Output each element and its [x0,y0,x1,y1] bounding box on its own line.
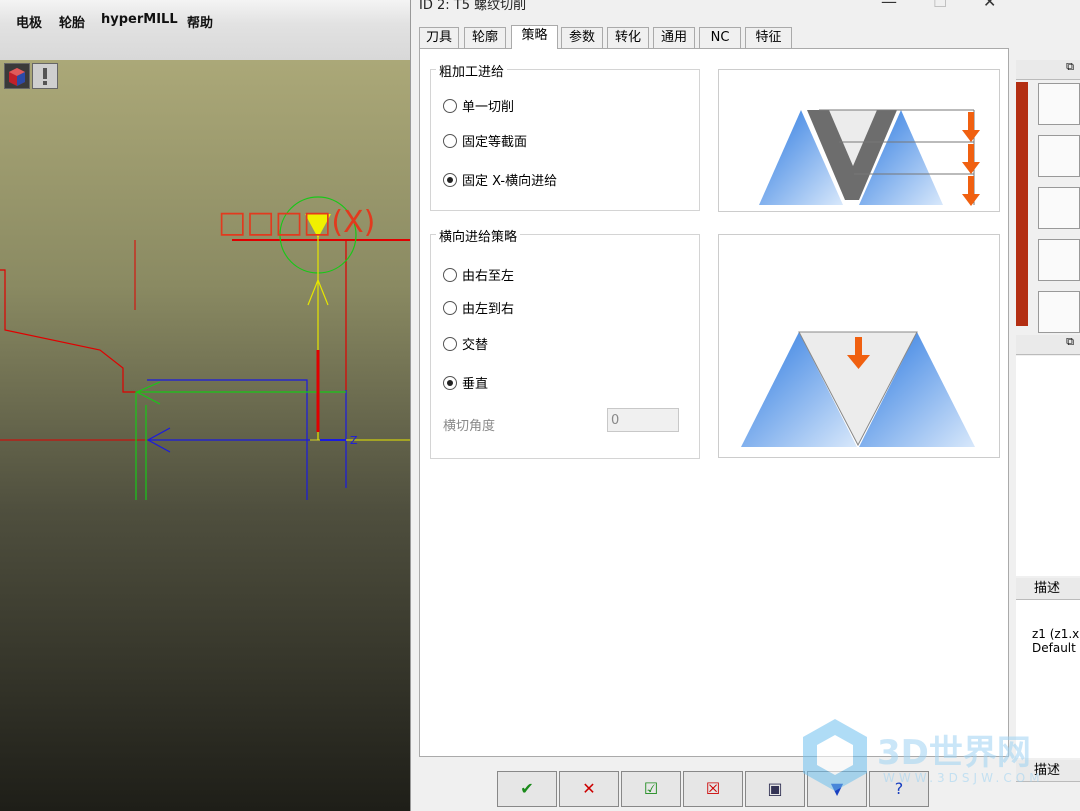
tab-contour[interactable]: 轮廓 [464,27,506,48]
dialog-title: ID 2: T5 螺纹切削 [419,0,527,13]
rough-feed-group: 粗加工进给 单一切削 固定等截面 固定 X-横向进给 [430,61,700,211]
radio-left-to-right[interactable]: 由左到右 [443,298,514,317]
lateral-strategy-group: 横向进给策略 由右至左 由左到右 交替 垂直 横切角度 0 [430,226,700,459]
cad-viewport[interactable]: Z □□□□(X) [0,60,410,811]
toolbar-edge [1016,82,1028,326]
desc-line-1: z1 (z1.x [1032,627,1080,641]
rough-feed-illustration [718,69,1000,212]
tool-icon[interactable] [1038,239,1080,281]
maximize-button[interactable]: ☐ [933,0,947,11]
thread-icon[interactable] [1038,83,1080,125]
desc-header: 描述 [1016,578,1080,600]
tab-nc[interactable]: NC [699,27,741,48]
radio-constant-area[interactable]: 固定等截面 [443,131,527,150]
watermark: 3D世界网 WWW.3DSJW.COM [795,715,1065,805]
close-button[interactable]: ✕ [983,0,996,11]
tab-transform[interactable]: 转化 [607,27,649,48]
radio-right-to-left[interactable]: 由右至左 [443,265,514,284]
tab-feature[interactable]: 特征 [745,27,792,48]
discard-button[interactable]: ☒ [683,771,743,807]
viewport-label: □□□□(X) [218,205,375,240]
menu-tire[interactable]: 轮胎 [59,12,85,31]
dialog-thread-cutting: ID 2: T5 螺纹切削 — ☐ ✕ 刀具 轮廓 策略 参数 转化 通用 NC… [410,0,1017,811]
lateral-strategy-illustration [718,234,1000,458]
watermark-url: WWW.3DSJW.COM [883,771,1044,785]
watermark-brand: 3D世界网 [877,733,1031,773]
tab-strategy[interactable]: 策略 [511,25,558,49]
menu-help[interactable]: 帮助 [187,12,213,31]
desc-line-2: Default [1032,641,1076,655]
frame-icon[interactable] [1038,135,1080,177]
apply-button[interactable]: ☑ [621,771,681,807]
box-icon[interactable] [1038,291,1080,333]
axis-z-label: Z [350,434,358,447]
radio-alternate[interactable]: 交替 [443,334,488,353]
vertical-feed-icon [741,331,975,447]
rough-feed-label: 粗加工进给 [436,61,508,80]
menu-electrode[interactable]: 电极 [16,12,42,31]
logo-cube-icon [803,719,867,791]
lateral-strategy-label: 横向进给策略 [436,226,521,245]
radio-single-cut[interactable]: 单一切削 [443,96,514,115]
tree-area [1016,356,1080,576]
minimize-button[interactable]: — [881,0,897,11]
thread-profile-icon [759,109,980,206]
menu-hypermill[interactable]: hyperMILL [101,12,178,27]
radio-vertical[interactable]: 垂直 [443,373,488,392]
restore-icon-2[interactable]: ⧉ [1016,335,1080,355]
tab-general[interactable]: 通用 [653,27,695,48]
ok-button[interactable]: ✔ [497,771,557,807]
toolpath-drawing: Z □□□□(X) [0,196,410,500]
profile-icon[interactable] [1038,187,1080,229]
strategy-panel: 粗加工进给 单一切削 固定等截面 固定 X-横向进给 横向进给策略 由右至左 由… [419,48,1009,757]
angle-label: 横切角度 [443,419,496,434]
radio-constant-x-feed[interactable]: 固定 X-横向进给 [443,170,557,189]
tab-tool[interactable]: 刀具 [419,27,459,48]
cancel-button[interactable]: ✕ [559,771,619,807]
tab-parameters[interactable]: 参数 [561,27,603,48]
right-pane: ⧉ ⧉ 描述 z1 (z1.x Default 描述 [1016,0,1080,811]
angle-input[interactable]: 0 [607,408,679,432]
restore-icon[interactable]: ⧉ [1016,60,1080,80]
